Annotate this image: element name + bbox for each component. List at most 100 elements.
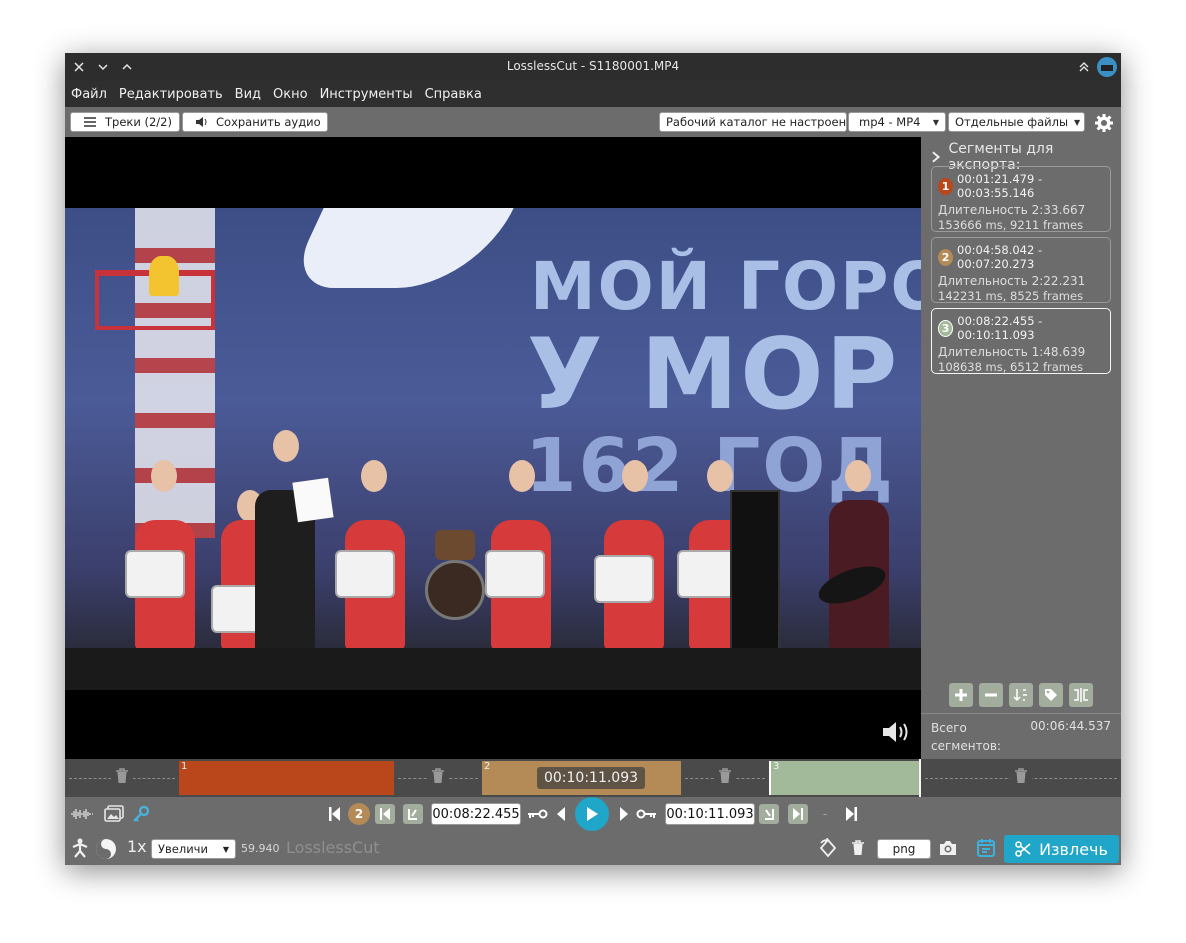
- end-time-input[interactable]: 00:10:11.093: [665, 803, 755, 825]
- seagull-graphic: [286, 208, 514, 288]
- app-name-label: LosslessCut: [286, 838, 380, 857]
- rotate-icon[interactable]: [817, 837, 839, 859]
- menu-window[interactable]: Окно: [273, 87, 308, 102]
- thumbnails-icon[interactable]: [103, 804, 125, 824]
- next-frame-icon[interactable]: [618, 805, 630, 823]
- jump-to-end-icon[interactable]: [843, 805, 859, 823]
- keyframes-icon[interactable]: [131, 804, 151, 824]
- timeline-segment-3[interactable]: 3: [769, 761, 919, 795]
- video-frame: МОЙ ГОРО У МОР 162 ГОД: [65, 208, 921, 690]
- separator-dash: -: [822, 807, 828, 821]
- zoom-label: Увеличи: [158, 842, 208, 856]
- capture-format-select[interactable]: png: [877, 839, 931, 859]
- jump-to-segment-end-icon[interactable]: [788, 804, 808, 824]
- menu-bar: Файл Редактировать Вид Окно Инструменты …: [65, 81, 1121, 107]
- chevron-right-icon: [932, 151, 941, 163]
- segment-range: 00:04:58.042 - 00:07:20.273: [957, 243, 1043, 271]
- tracks-label: Треки (2/2): [105, 115, 172, 129]
- waveform-icon[interactable]: [69, 805, 95, 823]
- banner-line-2: У МОР: [527, 318, 900, 432]
- playback-controls: 2 00:08:22.455 00:10:11.093 -: [65, 797, 1121, 831]
- tracks-button[interactable]: Треки (2/2): [70, 112, 180, 132]
- top-toolbar: Треки (2/2) Сохранить аудио Рабочий ката…: [65, 107, 1121, 137]
- total-segments-label: Всего сегментов:: [931, 721, 1002, 753]
- trash-icon[interactable]: [427, 768, 449, 788]
- add-segment-icon[interactable]: [949, 683, 973, 707]
- trash-icon[interactable]: [111, 768, 133, 788]
- timeline-current-time: 00:10:11.093: [537, 767, 645, 789]
- segment-details: 142231 ms, 8525 frames: [938, 289, 1084, 303]
- segment-card-2[interactable]: 2 00:04:58.042 - 00:07:20.273 Длительнос…: [931, 237, 1111, 303]
- set-start-icon[interactable]: [403, 804, 423, 824]
- lamp-graphic: [149, 256, 179, 296]
- timeline-segment-number: 2: [484, 761, 491, 772]
- next-keyframe-icon[interactable]: [635, 805, 659, 823]
- app-logo-icon: [1097, 57, 1117, 77]
- menu-file[interactable]: Файл: [71, 87, 107, 102]
- zoom-select[interactable]: Увеличи ▼: [151, 839, 236, 859]
- title-bar: LosslessCut - S1180001.MP4: [65, 53, 1121, 81]
- segment-card-1[interactable]: 1 00:01:21.479 - 00:03:55.146 Длительнос…: [931, 166, 1111, 232]
- timeline-gap: [394, 759, 482, 797]
- remove-segment-icon[interactable]: [979, 683, 1003, 707]
- timeline-gap: [921, 759, 1121, 797]
- menu-edit[interactable]: Редактировать: [119, 87, 223, 102]
- format-select[interactable]: mp4 - MP4 ▼: [848, 112, 946, 132]
- workdir-label: Рабочий каталог не настроен: [666, 115, 847, 129]
- segment-number-badge: 3: [938, 319, 954, 337]
- jump-to-segment-start-icon[interactable]: [375, 804, 395, 824]
- chevron-down-icon: ▼: [1074, 117, 1081, 127]
- window-title: LosslessCut - S1180001.MP4: [506, 59, 680, 73]
- chevron-down-icon: ▼: [932, 117, 939, 127]
- prev-frame-icon[interactable]: [555, 805, 567, 823]
- bottom-bar: 1x Увеличи ▼ 59.940 LosslessCut png Извл…: [65, 831, 1121, 865]
- timeline-segment-1[interactable]: 1: [179, 761, 394, 795]
- segment-duration: Длительность 1:48.639: [938, 345, 1086, 359]
- export-button[interactable]: Извлечь: [1004, 835, 1119, 863]
- segment-duration: Длительность 2:33.667: [938, 203, 1086, 217]
- format-label: mp4 - MP4: [859, 115, 921, 129]
- segment-card-3[interactable]: 3 00:08:22.455 - 00:10:11.093 Длительнос…: [931, 308, 1111, 374]
- segment-actions: [949, 683, 1093, 707]
- divider: [921, 713, 1121, 714]
- save-audio-button[interactable]: Сохранить аудио: [182, 112, 328, 132]
- calendar-icon[interactable]: [975, 837, 997, 859]
- speaker-icon: [196, 117, 207, 127]
- trash-icon[interactable]: [1010, 768, 1032, 788]
- output-mode-select[interactable]: Отдельные файлы ▼: [948, 112, 1085, 132]
- workdir-button[interactable]: Рабочий каталог не настроен: [659, 112, 847, 132]
- segment-number-badge: 1: [938, 177, 954, 195]
- play-button[interactable]: [575, 797, 609, 831]
- scissors-icon: [1015, 841, 1031, 857]
- current-segment-badge[interactable]: 2: [348, 803, 370, 825]
- delete-icon[interactable]: [849, 838, 867, 858]
- segment-range: 00:01:21.479 - 00:03:55.146: [957, 172, 1043, 200]
- tag-icon[interactable]: [1039, 683, 1063, 707]
- timeline[interactable]: 1 2 00:10:11.093 3: [65, 759, 1121, 797]
- banner-line-1: МОЙ ГОРО: [530, 248, 921, 325]
- trash-icon[interactable]: [714, 768, 736, 788]
- jump-to-start-icon[interactable]: [327, 805, 343, 823]
- sort-segments-icon[interactable]: [1009, 683, 1033, 707]
- segment-duration: Длительность 2:22.231: [938, 274, 1086, 288]
- start-time-input[interactable]: 00:08:22.455: [431, 803, 521, 825]
- yin-yang-icon[interactable]: [94, 837, 118, 861]
- video-player[interactable]: МОЙ ГОРО У МОР 162 ГОД: [65, 137, 921, 759]
- settings-gear-icon[interactable]: [1093, 112, 1115, 134]
- split-segment-icon[interactable]: [1069, 683, 1093, 707]
- volume-icon[interactable]: [881, 719, 913, 749]
- segment-details: 108638 ms, 6512 frames: [938, 360, 1084, 374]
- keep-above-icon[interactable]: [1075, 58, 1093, 76]
- total-segments-value: 00:06:44.537: [1030, 719, 1111, 733]
- segment-number-badge: 2: [938, 248, 954, 266]
- list-icon: [84, 117, 96, 127]
- menu-view[interactable]: Вид: [235, 87, 261, 102]
- export-label: Извлечь: [1039, 839, 1108, 859]
- cut-mode-icon[interactable]: [69, 837, 91, 859]
- camera-icon[interactable]: [937, 839, 959, 857]
- menu-help[interactable]: Справка: [425, 87, 482, 102]
- menu-tools[interactable]: Инструменты: [320, 87, 413, 102]
- prev-keyframe-icon[interactable]: [525, 805, 549, 823]
- playback-speed[interactable]: 1x: [127, 837, 147, 856]
- set-end-icon[interactable]: [759, 804, 779, 824]
